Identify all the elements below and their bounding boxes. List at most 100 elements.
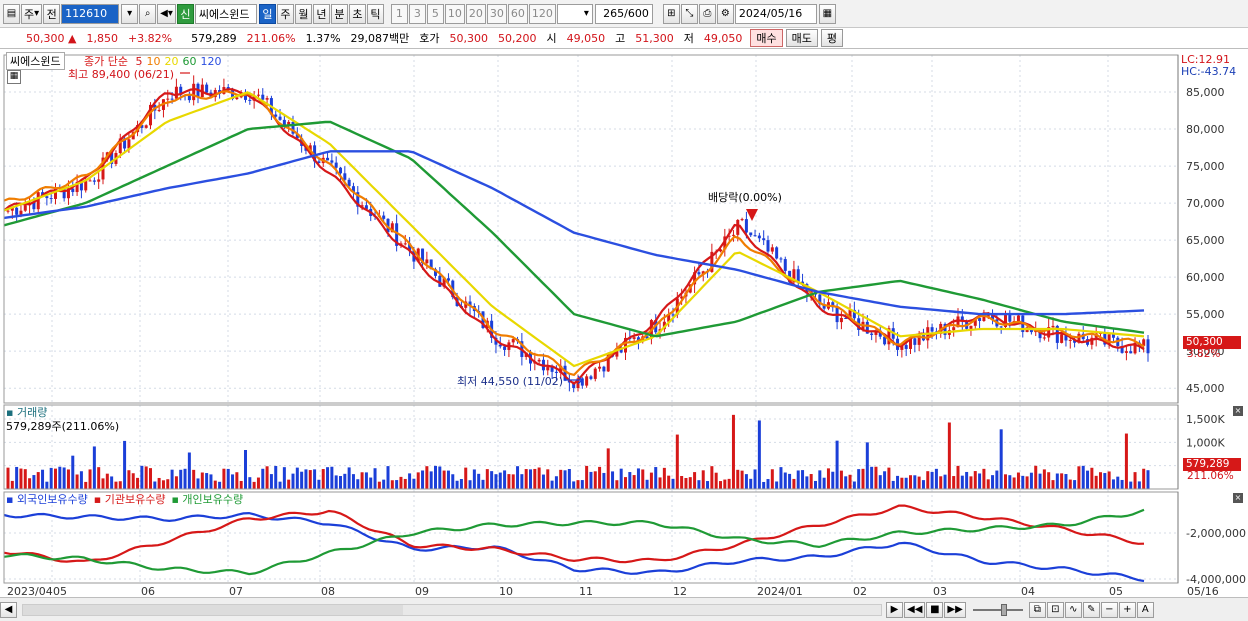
price-panel-title[interactable]: 씨에스윈드 — [6, 52, 65, 70]
period-tab-0[interactable]: 일 — [258, 3, 276, 24]
volume-bar — [1077, 466, 1081, 489]
search-icon[interactable]: ⌕ — [139, 3, 157, 24]
volume-bar — [572, 481, 576, 489]
price-change-pct: +3.82% — [127, 31, 173, 45]
volume-bar — [334, 475, 338, 489]
volume-bar — [248, 477, 252, 489]
gear-icon[interactable]: ⚙ — [716, 3, 734, 24]
volume-bar — [28, 478, 32, 489]
high-label: 고 — [615, 32, 626, 45]
volume-bar — [455, 480, 459, 489]
volume-bar — [567, 469, 571, 489]
volume-bar — [304, 469, 308, 489]
flow-legend-2[interactable]: ▪ 개인보유수량 — [171, 493, 243, 506]
plus-icon[interactable]: + — [1118, 601, 1136, 618]
horizontal-scrollbar[interactable] — [22, 603, 882, 616]
compare-icon[interactable]: ⊡ — [1046, 601, 1064, 618]
period-tab-6[interactable]: 틱 — [366, 3, 384, 24]
interval-1[interactable]: 1 — [390, 3, 408, 24]
stock-chart[interactable]: 85,000 80,000 75,000 70,000 65,000 60,000 55,0… — [0, 49, 1248, 597]
text-tool-icon[interactable]: A — [1136, 601, 1154, 618]
period-tab-5[interactable]: 초 — [348, 3, 366, 24]
zoom-slider[interactable] — [972, 603, 1023, 616]
flow-legend[interactable]: ▪ 외국인보유수량 ▪ 기관보유수량 ▪ 개인보유수량 — [6, 491, 249, 507]
interval-select[interactable]: ▾ — [556, 3, 593, 24]
buy-button[interactable]: 매수 — [750, 29, 783, 47]
volume-bar — [317, 479, 321, 489]
period-tab-2[interactable]: 월 — [294, 3, 312, 24]
interval-3[interactable]: 3 — [408, 3, 426, 24]
candle-body — [697, 272, 701, 275]
code-dropdown-icon[interactable]: ▾ — [121, 3, 139, 24]
volume-bar — [1116, 476, 1120, 489]
volume-bar — [291, 473, 295, 489]
prev-button[interactable]: 전 — [43, 3, 61, 24]
flow-legend-1[interactable]: ▪ 기관보유수량 — [94, 493, 166, 506]
zoom-slider-handle[interactable] — [1000, 603, 1007, 616]
ma-legend-60[interactable]: 60 — [182, 55, 196, 68]
sell-button[interactable]: 매도 — [785, 29, 818, 47]
new-badge[interactable]: 신 — [176, 3, 194, 24]
interval-10[interactable]: 10 — [444, 3, 465, 24]
scroll-left-icon[interactable]: ◀ — [0, 601, 17, 618]
scroll-right-icon[interactable]: ▶ — [886, 601, 903, 618]
candle-body — [205, 84, 209, 93]
dividend-annotation: 배당락(0.00%) — [708, 191, 782, 204]
range-count-field[interactable]: 265/600 — [594, 3, 653, 24]
volume-bar — [10, 480, 14, 489]
volume-bar — [1021, 475, 1025, 489]
rewind-icon[interactable]: ◀◀ — [904, 601, 926, 618]
period-tab-1[interactable]: 주 — [276, 3, 294, 24]
window-menu-icon[interactable]: ▤ — [3, 3, 20, 24]
market-select[interactable]: 주 ▾ — [21, 3, 43, 24]
print-icon[interactable]: ⎙ — [698, 3, 716, 24]
period-tab-4[interactable]: 분 — [330, 3, 348, 24]
volume-bar — [183, 468, 187, 489]
interval-20[interactable]: 20 — [465, 3, 486, 24]
volume-bar — [92, 446, 96, 489]
forward-icon[interactable]: ▶▶ — [944, 601, 966, 618]
flow-close-icon[interactable]: × — [1233, 493, 1243, 503]
calculator-icon[interactable]: ▦ — [7, 70, 21, 84]
volume-bar — [256, 477, 260, 489]
x-tick-label: 05 — [1109, 585, 1123, 597]
candle-body — [796, 269, 800, 282]
volume-bar — [965, 471, 969, 489]
volume-bar — [58, 466, 62, 489]
stock-code-input[interactable]: 112610 — [61, 3, 120, 24]
volume-bar — [382, 479, 386, 489]
eval-button[interactable]: 평 — [820, 29, 844, 47]
flow-legend-0[interactable]: ▪ 외국인보유수량 — [6, 493, 88, 506]
volume-bar — [1025, 476, 1029, 489]
hc-label: HC:-43.74 — [1181, 65, 1237, 78]
trend-icon[interactable]: ⤡ — [680, 3, 698, 24]
date-field[interactable]: 2024/05/16 — [734, 3, 817, 24]
minus-icon[interactable]: − — [1100, 601, 1118, 618]
x-tick-label: 07 — [229, 585, 243, 597]
indicator-icon[interactable]: ∿ — [1064, 601, 1082, 618]
copy-icon[interactable]: ⧉ — [1028, 601, 1046, 618]
volume-bar — [244, 449, 247, 489]
volume-close-icon[interactable]: × — [1233, 406, 1243, 416]
ma-legend-120[interactable]: 120 — [200, 55, 221, 68]
volume-bar — [641, 469, 645, 489]
interval-120[interactable]: 120 — [528, 3, 556, 24]
bid-price: 50,200 — [498, 31, 537, 45]
volume-bar — [438, 466, 442, 489]
candle-body — [334, 162, 338, 168]
speaker-icon[interactable]: ◀▾ — [157, 3, 176, 24]
interval-5[interactable]: 5 — [426, 3, 444, 24]
period-tab-3[interactable]: 년 — [312, 3, 330, 24]
interval-60[interactable]: 60 — [507, 3, 528, 24]
volume-bar — [999, 429, 1003, 489]
bottom-toolbar: ◀ ▶ ◀◀ ■ ▶▶ ⧉ ⊡ ∿ ✎ − + A — [0, 597, 1248, 621]
calendar-icon[interactable]: ▦ — [818, 3, 836, 24]
chart-settings-icon[interactable]: ⊞ — [662, 3, 680, 24]
volume-bar — [269, 474, 273, 489]
stop-icon[interactable]: ■ — [926, 601, 944, 618]
volume-bar — [870, 466, 874, 489]
volume-bar — [973, 471, 977, 489]
draw-icon[interactable]: ✎ — [1082, 601, 1100, 618]
volume-bar — [844, 476, 848, 489]
interval-30[interactable]: 30 — [486, 3, 507, 24]
